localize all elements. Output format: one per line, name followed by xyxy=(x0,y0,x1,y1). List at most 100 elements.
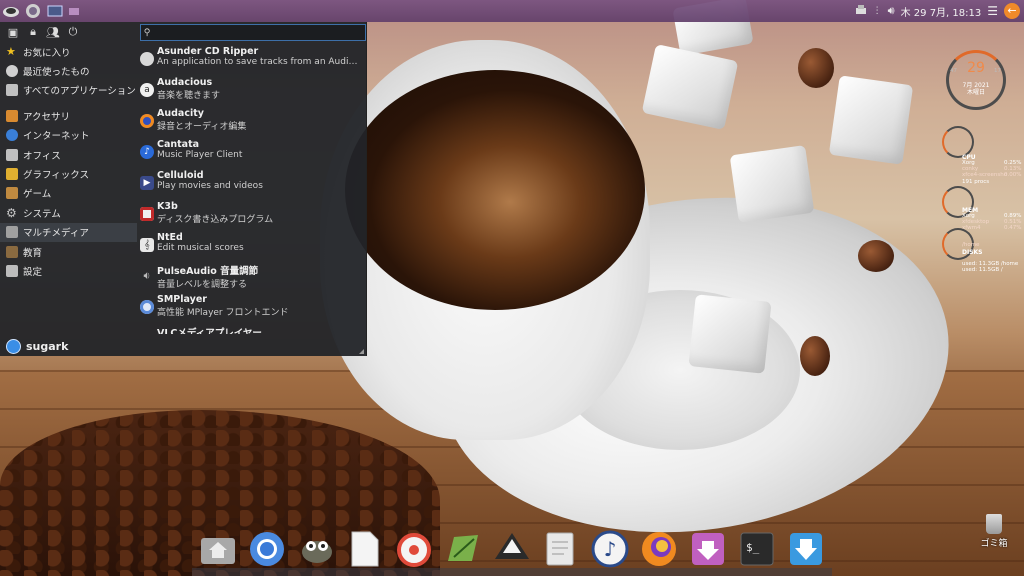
music-note-icon[interactable]: ♪ xyxy=(589,528,632,571)
category-recent[interactable]: 最近使ったもの xyxy=(0,61,137,80)
cantata-icon: ♪ xyxy=(140,145,154,159)
text-file-icon[interactable] xyxy=(344,528,387,571)
lock-icon[interactable]: 🔒︎ xyxy=(26,25,40,39)
app-item-asunder[interactable]: Asunder CD Ripper An application to save … xyxy=(140,44,364,75)
dots-icon[interactable]: ⋮ xyxy=(873,6,882,16)
user-info[interactable]: sugark xyxy=(6,339,68,354)
nted-icon: 𝄞 xyxy=(140,238,154,252)
category-label: グラフィックス xyxy=(23,170,90,182)
app-description: ディスク書き込みプログラム xyxy=(157,215,274,225)
category-settings[interactable]: 設定 xyxy=(0,261,137,280)
power-icon[interactable]: ⏻ xyxy=(66,25,80,39)
app-description: Play movies and videos xyxy=(157,181,263,191)
app-name: PulseAudio 音量調節 xyxy=(157,266,259,277)
hamburger-icon[interactable]: ☰ xyxy=(987,4,998,18)
inkscape-icon[interactable] xyxy=(491,528,534,571)
app-item-k3b[interactable]: K3b ディスク書き込みプログラム xyxy=(140,199,364,230)
category-system[interactable]: ⚙ システム xyxy=(0,203,137,222)
coffee-bean xyxy=(800,336,830,376)
audacious-icon: a xyxy=(140,83,154,97)
star-icon: ★ xyxy=(6,44,16,58)
app-description: Edit musical scores xyxy=(157,243,244,253)
category-games[interactable]: ゲーム xyxy=(0,184,137,203)
whisker-globe-icon[interactable] xyxy=(22,0,44,22)
app-item-smplayer[interactable]: SMPlayer 高性能 MPlayer フロントエンド xyxy=(140,292,364,323)
terminal-mini-icon[interactable] xyxy=(44,0,66,22)
category-accessories[interactable]: アクセサリ xyxy=(0,106,137,125)
logout-icon[interactable]: ← xyxy=(1004,3,1020,19)
category-label: マルチメディア xyxy=(23,228,89,240)
rhythmbox-icon[interactable] xyxy=(393,528,436,571)
speaker-icon: 🔉︎ xyxy=(143,269,151,282)
app-item-cantata[interactable]: ♪ Cantata Music Player Client xyxy=(140,137,364,168)
category-label: オフィス xyxy=(23,150,61,162)
home-folder-icon[interactable] xyxy=(197,528,240,571)
sugar-cube xyxy=(641,44,739,130)
gimp-icon[interactable] xyxy=(295,528,338,571)
app-description: 音量レベルを調整する xyxy=(157,280,248,290)
category-office[interactable]: オフィス xyxy=(0,145,137,164)
app-item-celluloid[interactable]: ▶ Celluloid Play movies and videos xyxy=(140,168,364,199)
menu-resize-handle[interactable] xyxy=(359,349,364,354)
volume-icon[interactable]: 🔊︎ xyxy=(888,4,895,18)
app-item-pulseaudio[interactable]: 🔉︎ PulseAudio 音量調節 音量レベルを調整する xyxy=(140,261,364,292)
category-all-apps[interactable]: すべてのアプリケーション xyxy=(0,81,137,100)
category-favorites[interactable]: ★ お気に入り xyxy=(0,42,137,61)
app-name: Asunder CD Ripper xyxy=(157,46,259,57)
category-label: アクセサリ xyxy=(23,111,71,123)
terminal-icon[interactable]: $_ xyxy=(736,528,779,571)
leafpad-icon[interactable] xyxy=(442,528,485,571)
coffee-bean xyxy=(798,48,834,88)
app-item-nted[interactable]: 𝄞 NtEd Edit musical scores xyxy=(140,230,364,261)
settings-icon[interactable]: ▣ xyxy=(6,25,20,39)
category-internet[interactable]: インターネット xyxy=(0,126,137,145)
app-menu-icon[interactable] xyxy=(0,0,22,22)
search-icon: ⚲ xyxy=(143,27,151,38)
category-label: 設定 xyxy=(23,266,43,278)
search-input[interactable] xyxy=(153,27,357,38)
disk-title: DISKS xyxy=(962,249,983,256)
folder-mini-icon[interactable] xyxy=(66,0,82,22)
graphics-icon xyxy=(6,168,18,181)
category-education[interactable]: 教育 xyxy=(0,242,137,261)
game-icon xyxy=(6,187,18,200)
firefox-icon[interactable] xyxy=(638,528,681,571)
avatar xyxy=(6,339,21,354)
category-multimedia[interactable]: マルチメディア xyxy=(0,222,137,242)
search-box[interactable]: ⚲ xyxy=(140,24,366,41)
svg-text:$_: $_ xyxy=(746,541,760,554)
app-description: 高性能 MPlayer フロントエンド xyxy=(157,308,289,318)
app-name: Celluloid xyxy=(157,170,204,181)
text-editor-icon[interactable] xyxy=(540,528,583,571)
app-name: Cantata xyxy=(157,139,200,150)
download-icon[interactable] xyxy=(785,528,828,571)
app-item-audacity[interactable]: Audacity 録音とオーディオ編集 xyxy=(140,106,364,137)
multimedia-icon xyxy=(6,226,18,239)
accessories-icon xyxy=(6,109,18,122)
app-name: K3b xyxy=(157,201,178,212)
chromium-icon[interactable] xyxy=(246,528,289,571)
k3b-icon xyxy=(140,207,154,221)
app-description: 音楽を聴きます xyxy=(157,91,221,101)
switch-user-icon[interactable]: 👥︎ xyxy=(46,25,60,39)
svg-text:♪: ♪ xyxy=(604,537,617,561)
category-label: ゲーム xyxy=(23,189,52,201)
trash-icon xyxy=(986,514,1002,534)
category-graphics[interactable]: グラフィックス xyxy=(0,164,137,183)
cpu-proc-name: xfce4-screensho xyxy=(962,172,1008,178)
app-item-audacious[interactable]: a Audacious 音楽を聴きます xyxy=(140,75,364,106)
all-apps-icon xyxy=(6,84,18,97)
app-item-vlc[interactable]: ▲ VLCメディアプレイヤー xyxy=(140,323,364,334)
app-description: Music Player Client xyxy=(157,150,243,160)
installer-icon[interactable] xyxy=(687,528,730,571)
system-tray: ⋮ 🔊︎ 木 29 7月, 18:13 ☰ ← xyxy=(855,0,1024,22)
disk-usage: used: 11.5GB / xyxy=(962,267,1003,273)
app-description: 録音とオーディオ編集 xyxy=(157,122,247,132)
clock[interactable]: 木 29 7月, 18:13 xyxy=(901,4,982,19)
category-label: 教育 xyxy=(23,247,43,259)
desktop-trash[interactable]: ゴミ箱 xyxy=(972,514,1016,549)
mem-proc-value: 0.47% xyxy=(1004,225,1022,231)
printer-icon[interactable] xyxy=(855,4,867,19)
conky-day: 29 xyxy=(967,60,985,76)
app-name: VLCメディアプレイヤー xyxy=(157,328,262,334)
